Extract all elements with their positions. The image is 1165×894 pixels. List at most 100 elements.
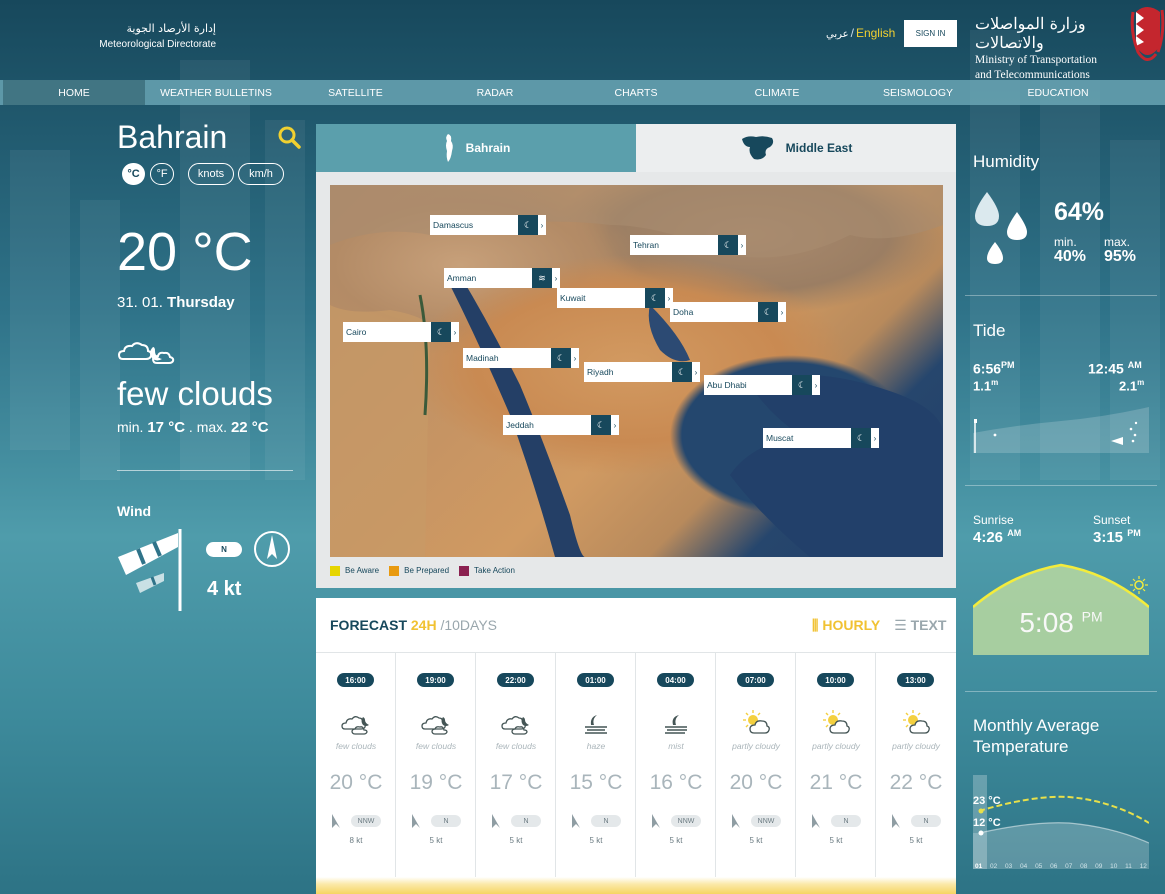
forecast-wind-direction: NNW — [671, 815, 701, 827]
forecast-hour-column[interactable]: 10:00 partly cloudy 21 °C N 5 kt — [796, 653, 876, 894]
forecast-24h-link[interactable]: 24H — [411, 617, 437, 633]
forecast-hour-column[interactable]: 04:00 mist 16 °C NNW 5 kt — [636, 653, 716, 894]
hourly-forecast-list: 16:00 few clouds 20 °C NNW 8 kt 19:00 fe… — [316, 652, 956, 894]
moon-icon: ☾ — [758, 302, 778, 322]
forecast-hour-column[interactable]: 16:00 few clouds 20 °C NNW 8 kt — [316, 653, 396, 894]
month-tick[interactable]: 04 — [1020, 863, 1027, 870]
map-city-riyadh[interactable]: Riyadh ☾ › — [584, 362, 700, 382]
tide-high-unit: m — [1137, 378, 1145, 387]
unit-fahrenheit-toggle[interactable]: °F — [150, 163, 174, 185]
forecast-hour-column[interactable]: 13:00 partly cloudy 22 °C N 5 kt — [876, 653, 956, 894]
map-city-amman[interactable]: Amman ≋ › — [444, 268, 560, 288]
map-city-damascus[interactable]: Damascus ☾ › — [430, 215, 546, 235]
monthly-low-label: 12 °C — [973, 817, 1001, 829]
lang-english-link[interactable]: English — [856, 26, 895, 40]
ministry-logo[interactable]: وزارة المواصلات والاتصالات Ministry of T… — [975, 14, 1125, 82]
logo-english-text: Meteorological Directorate — [99, 39, 216, 50]
month-tick[interactable]: 03 — [1005, 863, 1012, 870]
humidity-min-label: min. — [1054, 235, 1077, 249]
month-tick[interactable]: 06 — [1050, 863, 1057, 870]
month-tick[interactable]: 07 — [1065, 863, 1072, 870]
forecast-mode-switch: ⫼ HOURLY ☰ TEXT — [812, 617, 946, 634]
forecast-temperature: 22 °C — [889, 771, 943, 794]
moon-icon: ☾ — [431, 322, 451, 342]
divider — [965, 295, 1157, 296]
month-tick[interactable]: 02 — [990, 863, 997, 870]
tab-middle-east[interactable]: Middle East — [636, 124, 956, 172]
hourly-mode-button[interactable]: ⫼ HOURLY — [812, 617, 880, 634]
sunset-time-value: 3:15 — [1093, 529, 1124, 546]
forecast-hour-column[interactable]: 22:00 few clouds 17 °C N 5 kt — [476, 653, 556, 894]
forecast-time: 22:00 — [497, 673, 534, 687]
lang-arabic-link[interactable]: عربي — [826, 29, 849, 40]
current-time-period: PM — [1081, 608, 1103, 625]
legend-item: Be Prepared — [389, 566, 449, 576]
month-tick[interactable]: 10 — [1110, 863, 1117, 870]
min-value: 17 °C — [147, 419, 186, 436]
unit-kmh-toggle[interactable]: km/h — [238, 163, 284, 185]
nav-charts[interactable]: CHARTS — [566, 80, 706, 105]
month-tick[interactable]: 11 — [1125, 863, 1132, 870]
map-city-abu-dhabi[interactable]: Abu Dhabi ☾ › — [704, 375, 820, 395]
forecast-hour-column[interactable]: 07:00 partly cloudy 20 °C NNW 5 kt — [716, 653, 796, 894]
unit-knots-toggle[interactable]: knots — [188, 163, 234, 185]
nav-weather-bulletins[interactable]: WEATHER BULLETINS — [145, 80, 287, 105]
divider — [965, 691, 1157, 692]
language-switcher: عربي / English — [826, 26, 895, 40]
middle-east-map[interactable]: Damascus ☾ › Tehran ☾ › Amman ≋ › Kuwait ☾ › Doh… — [330, 185, 943, 557]
forecast-time: 16:00 — [337, 673, 374, 687]
forecast-wind-direction: N — [591, 815, 621, 827]
forecast-temperature: 15 °C — [569, 771, 623, 794]
forecast-wind-speed: 8 kt — [349, 836, 363, 845]
sunrise-time: 4:26 AM — [973, 528, 1021, 546]
nav-radar[interactable]: RADAR — [424, 80, 566, 105]
forecast-hour-column[interactable]: 19:00 few clouds 19 °C N 5 kt — [396, 653, 476, 894]
sun-cloud-icon — [741, 709, 771, 737]
month-tick[interactable]: 09 — [1095, 863, 1102, 870]
bahrain-map-icon — [445, 134, 453, 162]
current-date: 31. 01. Thursday — [117, 294, 235, 311]
tide-low-height-value: 1.1 — [973, 378, 992, 394]
chevron-right-icon: › — [871, 428, 879, 448]
meteorological-logo[interactable]: إدارة الأرصاد الجوية Meteorological Dire… — [90, 22, 216, 50]
moon-icon: ☾ — [518, 215, 538, 235]
month-axis: 01 02 03 04 05 06 07 08 09 10 11 12 — [973, 863, 1149, 870]
forecast-10days-link[interactable]: 10DAYS — [444, 617, 497, 633]
nav-seismology[interactable]: SEISMOLOGY — [848, 80, 988, 105]
city-name: Abu Dhabi — [704, 375, 792, 395]
unit-celsius-toggle[interactable]: °C — [122, 163, 145, 185]
map-city-kuwait[interactable]: Kuwait ☾ › — [557, 288, 673, 308]
search-icon[interactable] — [277, 125, 301, 149]
nav-education[interactable]: EDUCATION — [988, 80, 1128, 105]
sun-cloud-icon — [821, 709, 851, 737]
cloud-moon-icon — [421, 709, 451, 737]
forecast-wind-direction: N — [831, 815, 861, 827]
forecast-bar — [396, 877, 476, 894]
current-weather-panel: Bahrain °C °F knots km/h 20 °C 31. 01. T… — [0, 105, 315, 894]
moon-icon: ☾ — [792, 375, 812, 395]
forecast-hour-column[interactable]: 01:00 haze 15 °C N 5 kt — [556, 653, 636, 894]
sign-in-button[interactable]: SIGN IN — [904, 20, 957, 47]
month-tick[interactable]: 08 — [1080, 863, 1087, 870]
map-city-madinah[interactable]: Madinah ☾ › — [463, 348, 579, 368]
month-tick[interactable]: 12 — [1140, 863, 1147, 870]
tab-bahrain[interactable]: Bahrain — [316, 124, 636, 172]
nav-climate[interactable]: CLIMATE — [706, 80, 848, 105]
map-city-doha[interactable]: Doha ☾ › — [670, 302, 786, 322]
wind-arrow-icon — [890, 813, 902, 829]
month-tick[interactable]: 05 — [1035, 863, 1042, 870]
city-name: Cairo — [343, 322, 431, 342]
text-mode-button[interactable]: ☰ TEXT — [894, 617, 946, 634]
ministry-english-line1: Ministry of Transportation — [975, 54, 1098, 66]
forecast-wind-speed: 5 kt — [669, 836, 683, 845]
month-tick[interactable]: 01 — [975, 863, 982, 870]
nav-home[interactable]: HOME — [3, 80, 145, 105]
map-city-cairo[interactable]: Cairo ☾ › — [343, 322, 459, 342]
sunrise-time-value: 4:26 — [973, 529, 1004, 546]
map-city-jeddah[interactable]: Jeddah ☾ › — [503, 415, 619, 435]
map-city-muscat[interactable]: Muscat ☾ › — [763, 428, 879, 448]
ministry-arabic-text: وزارة المواصلات والاتصالات — [975, 14, 1086, 52]
cloud-moon-icon — [117, 342, 175, 364]
map-city-tehran[interactable]: Tehran ☾ › — [630, 235, 746, 255]
nav-satellite[interactable]: SATELLITE — [287, 80, 424, 105]
